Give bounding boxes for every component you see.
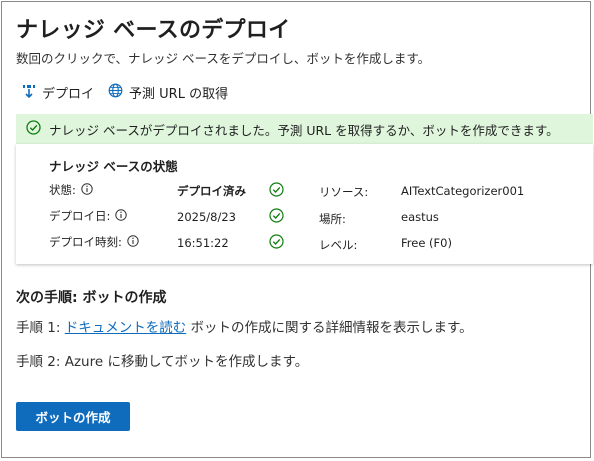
tier-label: レベル: — [319, 238, 358, 252]
status-value: デプロイ済み — [177, 184, 246, 198]
next-steps-title: 次の手順: ボットの作成 — [16, 290, 167, 306]
status-card-title: ナレッジ ベースの状態 — [49, 159, 178, 174]
location-label: 場所: — [319, 212, 346, 226]
deploy-date-label: デプロイ日: — [49, 208, 128, 224]
banner-text: ナレッジ ベースがデプロイされました。予測 URL を取得するか、ボットを作成で… — [49, 122, 559, 138]
deploy-button[interactable]: デプロイ — [22, 83, 94, 102]
get-prediction-url-button[interactable]: 予測 URL の取得 — [108, 83, 228, 102]
page-subtitle: 数回のクリックで、ナレッジ ベースをデプロイし、ボットを作成します。 — [16, 51, 431, 66]
globe-icon — [108, 83, 129, 102]
status-card: ナレッジ ベースの状態 状態: デプロイ済み リソース: AITextCateg… — [16, 144, 593, 264]
resource-value: AITextCategorizer001 — [401, 184, 525, 198]
info-icon[interactable] — [122, 234, 139, 250]
location-value: eastus — [401, 210, 439, 224]
deploy-time-value: 16:51:22 — [177, 236, 229, 250]
success-banner: ナレッジ ベースがデプロイされました。予測 URL を取得するか、ボットを作成で… — [16, 114, 593, 144]
check-circle-icon — [26, 120, 49, 138]
page-title: ナレッジ ベースのデプロイ — [16, 18, 291, 43]
toolbar: デプロイ 予測 URL の取得 — [22, 83, 242, 102]
deploy-icon — [22, 84, 42, 102]
get-prediction-url-label: 予測 URL の取得 — [129, 87, 229, 102]
info-icon[interactable] — [110, 208, 128, 224]
deploy-time-label: デプロイ時刻: — [49, 234, 139, 250]
resource-label: リソース: — [319, 185, 369, 199]
read-docs-link[interactable]: ドキュメントを読む — [65, 320, 187, 336]
deploy-date-value: 2025/8/23 — [177, 210, 236, 224]
info-icon[interactable] — [76, 182, 93, 198]
check-circle-icon — [269, 234, 284, 253]
create-bot-button[interactable]: ボットの作成 — [16, 402, 130, 431]
check-circle-icon — [269, 208, 284, 227]
status-label: 状態: — [49, 182, 93, 198]
step-1: 手順 1: ドキュメントを読む ボットの作成に関する詳細情報を表示します。 — [16, 320, 473, 336]
deploy-label: デプロイ — [42, 87, 95, 102]
deploy-panel: ナレッジ ベースのデプロイ 数回のクリックで、ナレッジ ベースをデプロイし、ボッ… — [1, 1, 593, 458]
tier-value: Free (F0) — [401, 236, 452, 250]
check-circle-icon — [269, 182, 284, 201]
step-2: 手順 2: Azure に移動してボットを作成します。 — [16, 354, 309, 370]
